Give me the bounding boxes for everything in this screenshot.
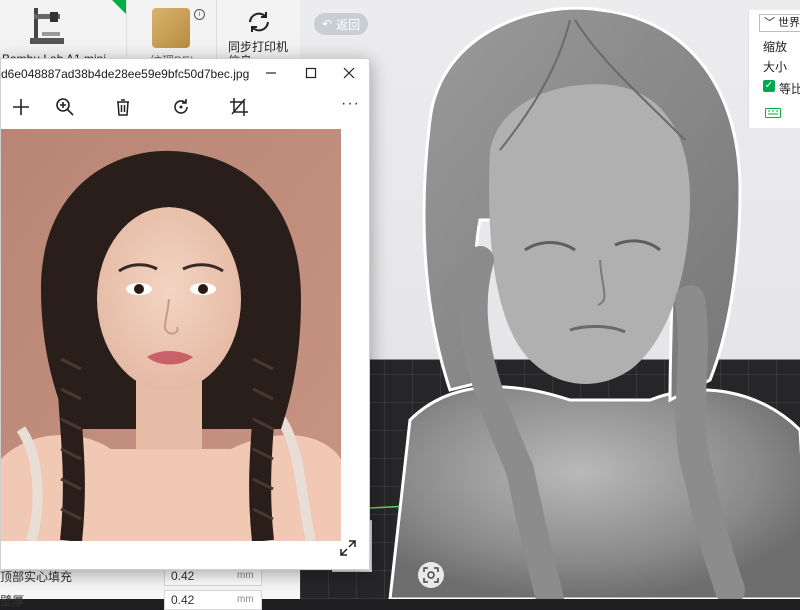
chevron-down-icon: ﹀	[764, 17, 775, 29]
bust-model[interactable]	[370, 0, 800, 599]
maximize-icon[interactable]	[303, 65, 319, 81]
portrait-photo	[1, 129, 341, 541]
back-button[interactable]: ↶ 返回	[314, 13, 369, 35]
coordinate-select-value: 世界	[778, 17, 800, 29]
crop-icon[interactable]	[229, 97, 249, 117]
printer-icon[interactable]	[28, 4, 68, 48]
fit-view-icon[interactable]	[418, 562, 444, 588]
close-icon[interactable]	[341, 65, 357, 81]
setting-value: 0.42	[171, 593, 195, 607]
printer-connected-badge	[112, 0, 126, 14]
info-icon[interactable]: i	[194, 9, 205, 20]
more-options-button[interactable]: ···	[341, 95, 360, 113]
add-icon[interactable]	[11, 97, 31, 117]
image-filename: d6e048887ad38b4de28ee59e9bfc50d7bec.jpg	[1, 67, 250, 81]
build-plate-thumbnail[interactable]	[152, 8, 190, 48]
setting-value-input[interactable]: 0.42 mm	[164, 590, 262, 610]
setting-label: 壁厚	[0, 594, 25, 608]
photo-viewer-window[interactable]: d6e048887ad38b4de28ee59e9bfc50d7bec.jpg	[0, 58, 370, 570]
toolbar-divider	[216, 0, 217, 64]
uniform-scale-label: 等比	[779, 82, 800, 96]
3d-viewport[interactable]: ↶ 返回 前面	[300, 0, 800, 599]
scale-label: 缩放	[763, 40, 788, 54]
viewer-command-bar: ···	[1, 89, 369, 125]
minimize-icon[interactable]	[263, 65, 279, 81]
delete-icon[interactable]	[113, 97, 133, 117]
sync-icon[interactable]	[246, 10, 272, 34]
toolbar-divider	[126, 0, 127, 64]
setting-label: 顶部实心填充	[0, 570, 73, 584]
setting-unit: mm	[237, 570, 254, 581]
setting-unit: mm	[237, 594, 254, 605]
undo-arrow-icon: ↶	[322, 17, 333, 31]
printer-toolbar: Bambu Lab A1 mini i 纹理PEI 同步打印机 信息	[0, 0, 300, 68]
uniform-scale-checkbox[interactable]: ✓	[763, 80, 775, 92]
setting-row: 壁厚 0.42 mm	[0, 590, 300, 610]
sync-label-line1: 同步打印机	[228, 40, 289, 54]
coordinate-select[interactable]: ﹀ 世界	[759, 14, 800, 32]
viewer-titlebar[interactable]: d6e048887ad38b4de28ee59e9bfc50d7bec.jpg	[1, 59, 369, 87]
expand-icon[interactable]	[339, 539, 357, 557]
setting-value: 0.42	[171, 569, 195, 583]
size-label: 大小	[763, 60, 788, 74]
keyboard-icon[interactable]	[765, 108, 781, 118]
zoom-in-icon[interactable]	[55, 97, 75, 117]
back-button-label: 返回	[336, 17, 361, 32]
rotate-icon[interactable]	[171, 97, 191, 117]
object-properties-panel: ﹀ 世界 缩放 大小 ✓ 等比	[748, 10, 800, 128]
